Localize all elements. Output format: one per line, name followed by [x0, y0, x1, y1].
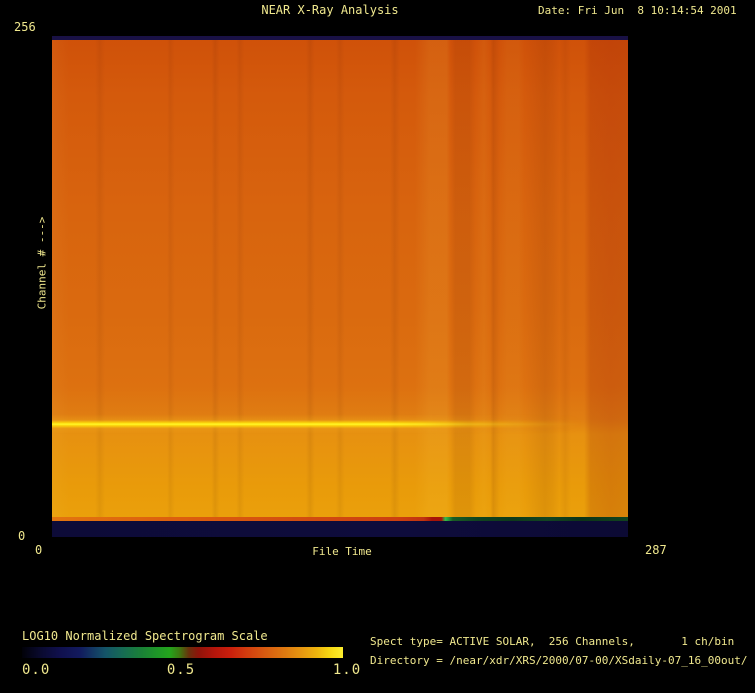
near-xray-analysis-window: NEAR X-Ray Analysis Date: Fri Jun 8 10:1…: [0, 0, 755, 693]
y-axis-max-tick: 256: [14, 20, 36, 34]
colorbar-gradient: [22, 647, 343, 658]
y-axis-min-tick: 0: [18, 529, 26, 543]
colorbar-tick-05: 0.5: [166, 662, 196, 678]
page-title: NEAR X-Ray Analysis: [261, 3, 399, 17]
low-channel-dark-band: [52, 521, 628, 537]
x-axis-max-tick: 287: [645, 543, 667, 557]
colorbar-tick-1: 1.0: [332, 662, 362, 678]
time-column-banding: [52, 36, 628, 537]
y-axis-title: Channel # --->: [35, 216, 49, 310]
x-axis-min-tick: 0: [35, 543, 43, 557]
bright-emission-line: [52, 414, 628, 434]
colorbar-tick-0: 0.0: [22, 662, 51, 678]
colorbar-title: LOG10 Normalized Spectrogram Scale: [22, 629, 268, 643]
spect-type-label: Spect type= ACTIVE SOLAR, 256 Channels, …: [370, 635, 735, 648]
date-label: Date: Fri Jun 8 10:14:54 2001: [538, 4, 737, 17]
spectrogram-plot: [52, 36, 628, 537]
high-channel-dark-row: [52, 36, 628, 40]
x-axis-title: File Time: [312, 545, 372, 558]
directory-label: Directory = /near/xdr/XRS/2000/07-00/XSd…: [370, 654, 748, 667]
